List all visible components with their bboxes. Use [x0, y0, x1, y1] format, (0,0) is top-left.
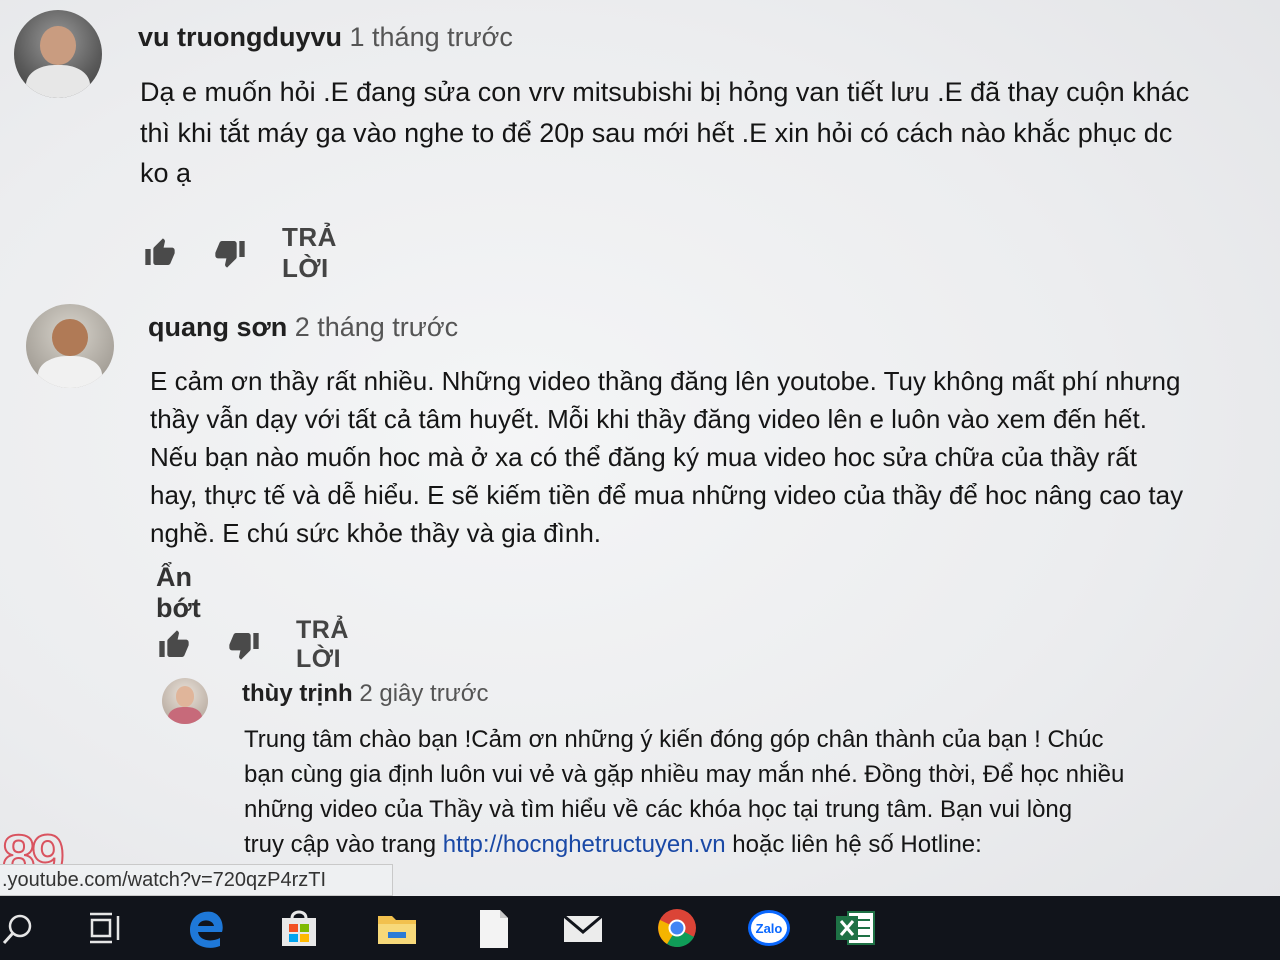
taskbar: Zalo	[0, 896, 1280, 960]
comment-line: nghề. E chú sức khỏe thầy và gia đình.	[150, 518, 602, 548]
chrome-icon[interactable]	[654, 906, 700, 950]
store-icon[interactable]	[276, 906, 322, 950]
comment-time[interactable]: 2 tháng trước	[295, 312, 458, 342]
zalo-icon[interactable]: Zalo	[746, 906, 792, 950]
file-explorer-icon[interactable]	[374, 906, 420, 950]
comment-line: Dạ e muốn hỏi .E đang sửa con vrv mitsub…	[140, 77, 1190, 107]
reply-button[interactable]: TRẢ LỜI	[282, 222, 337, 284]
comment-author[interactable]: quang sơn	[148, 312, 287, 342]
mail-icon[interactable]	[560, 906, 606, 950]
comment-line-prefix: truy cập vào trang	[244, 831, 443, 858]
comment-line: ko ạ	[140, 158, 192, 188]
comment-time[interactable]: 1 tháng trước	[350, 22, 513, 52]
task-view-icon[interactable]	[82, 906, 128, 950]
comment-text: Trung tâm chào bạn !Cảm ơn những ý kiến …	[244, 722, 1224, 862]
comment-author[interactable]: vu truongduyvu	[138, 22, 342, 52]
avatar[interactable]	[162, 678, 208, 724]
thumbs-down-icon[interactable]	[226, 629, 262, 661]
comment-actions: TRẢ LỜI	[142, 222, 337, 284]
edge-icon[interactable]	[182, 906, 228, 950]
comment-text: Dạ e muốn hỏi .E đang sửa con vrv mitsub…	[140, 72, 1250, 194]
excel-icon[interactable]	[832, 906, 878, 950]
comment-header: thùy trịnh 2 giây trước	[242, 680, 489, 708]
avatar[interactable]	[14, 10, 102, 98]
comment-header: quang sơn 2 tháng trước	[148, 312, 458, 343]
comment-line: thầy vẫn dạy với tất cả tâm huyết. Mỗi k…	[150, 404, 1147, 434]
avatar-body	[38, 356, 102, 388]
avatar-body	[168, 706, 202, 724]
website-link[interactable]: http://hocnghetructuyen.vn	[443, 831, 726, 858]
avatar-face	[40, 25, 76, 65]
thumbs-down-icon[interactable]	[212, 237, 248, 269]
comment-actions: TRẢ LỜI	[156, 616, 349, 674]
comment-header: vu truongduyvu 1 tháng trước	[138, 22, 513, 53]
avatar-body	[26, 64, 90, 98]
search-icon[interactable]	[0, 906, 46, 950]
thumbs-up-icon[interactable]	[156, 629, 192, 661]
comment-line: truy cập vào trang http://hocnghetructuy…	[244, 827, 1224, 862]
comment-line: E cảm ơn thầy rất nhiều. Những video thầ…	[150, 366, 1181, 396]
avatar-face	[52, 319, 88, 357]
comment-line: Trung tâm chào bạn !Cảm ơn những ý kiến …	[244, 726, 1104, 753]
comment-line-suffix: hoặc liên hệ số Hotline:	[725, 831, 982, 858]
document-icon[interactable]	[470, 906, 516, 950]
comment-author[interactable]: thùy trịnh	[242, 680, 353, 707]
comment-line: hay, thực tế và dễ hiểu. E sẽ kiếm tiền …	[150, 480, 1184, 510]
comment-line: Nếu bạn nào muốn hoc mà ở xa có thể đăng…	[150, 442, 1137, 472]
status-bar-url: .youtube.com/watch?v=720qzP4rzTI	[0, 864, 393, 896]
show-less-link[interactable]: Ẩn bớt	[156, 562, 201, 624]
avatar[interactable]	[26, 304, 114, 388]
avatar-face	[175, 686, 195, 707]
comment-text: E cảm ơn thầy rất nhiều. Những video thầ…	[150, 362, 1260, 552]
comment-line: thì khi tắt máy ga vào nghe to để 20p sa…	[140, 117, 1173, 148]
comment-line: bạn cùng gia định luôn vui vẻ và gặp nhi…	[244, 761, 1125, 788]
comment-time[interactable]: 2 giây trước	[359, 680, 488, 707]
comment-line: những video của Thầy và tìm hiểu về các …	[244, 796, 1073, 823]
reply-button[interactable]: TRẢ LỜI	[296, 616, 349, 674]
thumbs-up-icon[interactable]	[142, 237, 178, 269]
zalo-label: Zalo	[756, 921, 783, 936]
